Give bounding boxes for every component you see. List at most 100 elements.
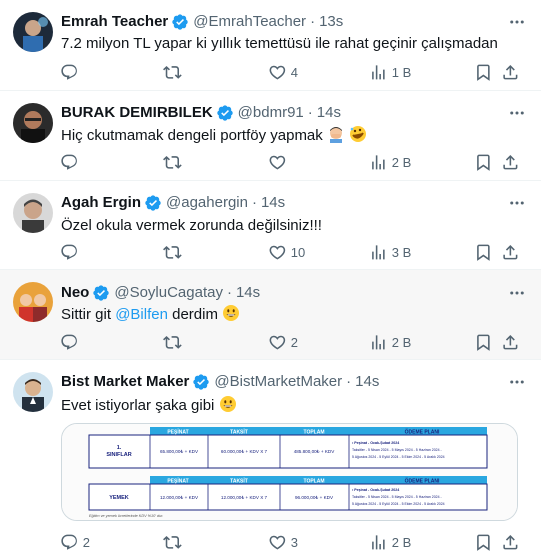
views-count: 3 B [391,244,412,260]
separator-dot: · [310,13,316,30]
timestamp[interactable]: 14s [355,372,379,392]
t2-h-plan: ÖDEME PLANI [405,478,440,485]
avatar[interactable] [13,103,53,143]
t2-plan-2: Taksitler - 5 Nisan 2024 - 5 Mayıs 2024 … [352,495,443,499]
tweet-actions: 2 2 B [56,332,531,352]
t1-h-plan: ÖDEME PLANI [405,429,440,436]
like-button[interactable]: 3 [268,532,298,552]
retweet-button[interactable] [163,62,186,82]
views-button[interactable]: 3 B [369,242,411,262]
user-handle[interactable]: @agahergin [166,193,248,213]
like-button[interactable]: 2 [268,332,298,352]
like-button[interactable]: 10 [268,242,305,262]
more-options-icon[interactable] [507,103,527,123]
timestamp[interactable]: 14s [317,103,341,123]
avatar[interactable] [13,193,53,233]
user-handle[interactable]: @BistMarketMaker [214,372,342,392]
more-options-icon[interactable] [507,283,527,303]
t2-toplam: 96.000,00₺ + KDV [295,495,334,500]
bookmark-icon [477,534,490,551]
retweet-button[interactable] [163,332,186,352]
views-button[interactable]: 1 B [369,62,411,82]
views-count: 2 B [391,154,412,170]
bookmark-button[interactable] [474,532,493,552]
mention-link[interactable]: @Bilfen [115,306,168,323]
rolling-laughing-emoji [349,125,367,149]
verified-badge-icon [193,374,210,390]
tweet-media-image[interactable]: PEŞİNAT TAKSİT TOPLAM ÖDEME PLANI 1. SIN… [61,423,518,521]
retweet-button[interactable] [163,242,186,262]
heart-icon [269,335,286,350]
bookmark-icon [477,244,490,261]
like-button[interactable] [268,152,291,172]
tweet-text-after: derdim [167,306,218,323]
views-button[interactable]: 2 B [369,332,411,352]
views-chart-icon [372,154,385,170]
separator-dot: · [251,194,257,211]
bookmark-icon [477,334,490,351]
t2-plan-1: • Peşinat - Ocak-Şubat 2024 [352,488,399,492]
views-button[interactable]: 2 B [369,532,411,552]
tweet-5[interactable]: Bist Market Maker @BistMarketMaker · 14s… [0,360,541,553]
more-options-icon[interactable] [507,12,527,32]
tweet-actions: 10 3 B [56,242,531,262]
views-button[interactable]: 2 B [369,152,411,172]
reply-button[interactable] [60,62,83,82]
retweet-icon [163,155,182,169]
payment-plan-table-image: PEŞİNAT TAKSİT TOPLAM ÖDEME PLANI 1. SIN… [62,424,517,520]
user-handle[interactable]: @bdmr91 [238,103,304,123]
avatar[interactable] [13,282,53,322]
share-button[interactable] [501,152,520,172]
tweet-1[interactable]: Emrah Teacher @EmrahTeacher · 13s 7.2 mi… [0,0,541,91]
t2-label: YEMEK [109,495,129,501]
separator-dot: · [307,104,313,121]
tweet-text: Evet istiyorlar şaka gibi [61,397,215,414]
tweet-text: Özel okula vermek zorunda değilsiniz!!! [61,217,322,234]
bookmark-button[interactable] [474,62,493,82]
reply-icon [61,64,77,80]
display-name[interactable]: Agah Ergin [61,193,141,213]
reply-button[interactable] [60,152,83,172]
tweet-header: Emrah Teacher @EmrahTeacher · 13s [61,12,343,32]
t1-label-a: 1. [117,445,122,451]
reply-button[interactable] [60,332,83,352]
views-chart-icon [372,334,385,350]
views-chart-icon [372,64,385,80]
tweet-header: BURAK DEMIRBILEK @bdmr91 · 14s [61,103,341,123]
tweet-text-row: Sittir git @Bilfen derdim [61,304,521,328]
reply-button[interactable]: 2 [60,532,90,552]
share-button[interactable] [501,242,520,262]
timestamp[interactable]: 14s [236,283,260,303]
separator-dot: · [346,373,352,390]
bookmark-button[interactable] [474,152,493,172]
avatar[interactable] [13,12,53,52]
like-button[interactable]: 4 [268,62,298,82]
display-name[interactable]: BURAK DEMIRBILEK [61,103,213,123]
timestamp[interactable]: 14s [261,193,285,213]
more-options-icon[interactable] [507,372,527,392]
bookmark-button[interactable] [474,242,493,262]
retweet-button[interactable] [163,152,186,172]
t2-h-taksit: TAKSİT [230,478,248,485]
display-name[interactable]: Bist Market Maker [61,372,189,392]
avatar[interactable] [13,372,53,412]
t1-plan-2: Taksitler - 5 Nisan 2024 - 5 Mayıs 2024 … [352,448,443,452]
share-button[interactable] [501,332,520,352]
display-name[interactable]: Emrah Teacher [61,12,168,32]
tweet-2[interactable]: BURAK DEMIRBILEK @bdmr91 · 14s Hiç ckutm… [0,91,541,181]
retweet-button[interactable] [163,532,186,552]
heart-icon [269,245,286,260]
share-button[interactable] [501,62,520,82]
share-icon [503,154,518,170]
tweet-4[interactable]: Neo @SoyluCagatay · 14s Sittir git @Bilf… [0,270,541,360]
more-options-icon[interactable] [507,193,527,213]
share-button[interactable] [501,532,520,552]
bookmark-button[interactable] [474,332,493,352]
timestamp[interactable]: 13s [319,12,343,32]
views-chart-icon [372,244,385,260]
tweet-3[interactable]: Agah Ergin @agahergin · 14s Özel okula v… [0,181,541,270]
user-handle[interactable]: @EmrahTeacher [193,12,306,32]
user-handle[interactable]: @SoyluCagatay [114,283,223,303]
reply-button[interactable] [60,242,83,262]
display-name[interactable]: Neo [61,283,89,303]
